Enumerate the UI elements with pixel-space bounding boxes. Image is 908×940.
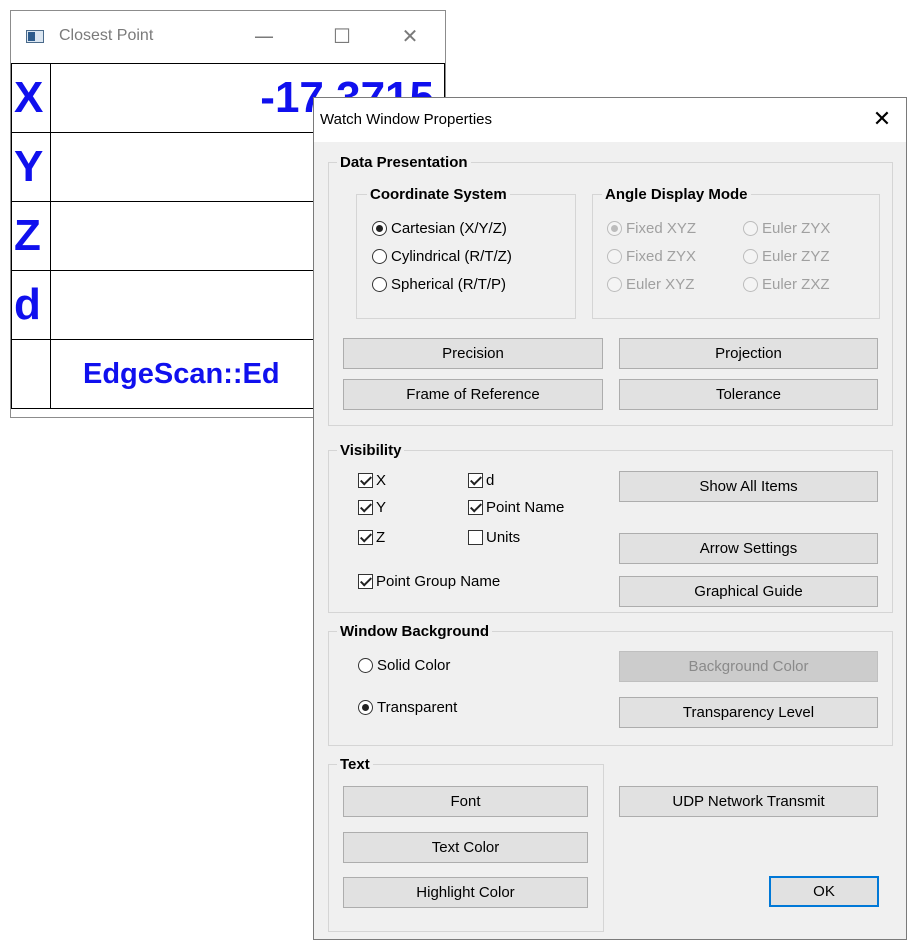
close-icon[interactable]: ✕ [395, 23, 425, 49]
text-label: Text [337, 756, 373, 773]
closest-point-titlebar[interactable]: Closest Point — ☐ ✕ [11, 11, 445, 63]
checkbox-x[interactable]: X [358, 472, 386, 489]
readout-label: Z [11, 201, 51, 271]
radio-fixed-xyz[interactable]: Fixed XYZ [607, 220, 696, 237]
watch-window-properties-dialog: Watch Window Properties ✕ Data Presentat… [313, 97, 907, 940]
radio-label: Spherical (R/T/P) [391, 276, 507, 293]
tolerance-button[interactable]: Tolerance [619, 379, 878, 410]
checkbox-point-name[interactable]: Point Name [468, 499, 564, 516]
checkbox-label: Units [486, 529, 521, 546]
show-all-items-button[interactable]: Show All Items [619, 471, 878, 502]
dialog-title: Watch Window Properties [320, 111, 493, 128]
coordinate-system-label: Coordinate System [367, 186, 510, 203]
maximize-icon[interactable]: ☐ [327, 23, 357, 49]
radio-cylindrical[interactable]: Cylindrical (R/T/Z) [372, 248, 512, 265]
readout-label: X [11, 63, 51, 133]
font-button[interactable]: Font [343, 786, 588, 817]
radio-indicator [743, 249, 758, 264]
radio-indicator [607, 249, 622, 264]
checkbox-indicator [468, 500, 483, 515]
text-color-button[interactable]: Text Color [343, 832, 588, 863]
checkbox-label: Point Name [486, 499, 565, 516]
radio-label: Transparent [377, 699, 458, 716]
radio-label: Cartesian (X/Y/Z) [391, 220, 507, 237]
checkbox-indicator [468, 473, 483, 488]
radio-indicator [607, 277, 622, 292]
radio-cartesian[interactable]: Cartesian (X/Y/Z) [372, 220, 507, 237]
radio-label: Euler ZYZ [762, 248, 830, 265]
graphical-guide-button[interactable]: Graphical Guide [619, 576, 878, 607]
checkbox-units[interactable]: Units [468, 529, 520, 546]
radio-euler-zyx[interactable]: Euler ZYX [743, 220, 830, 237]
transparency-level-button[interactable]: Transparency Level [619, 697, 878, 728]
visibility-label: Visibility [337, 442, 405, 459]
radio-label: Euler ZYX [762, 220, 831, 237]
radio-indicator [743, 221, 758, 236]
checkbox-indicator [468, 530, 483, 545]
readout-label: Y [11, 132, 51, 202]
checkbox-indicator [358, 473, 373, 488]
radio-label: Cylindrical (R/T/Z) [391, 248, 512, 265]
dialog-titlebar[interactable]: Watch Window Properties ✕ [314, 98, 906, 142]
readout-label-empty [11, 339, 51, 409]
radio-indicator [358, 700, 373, 715]
ok-button[interactable]: OK [769, 876, 879, 907]
checkbox-label: Point Group Name [376, 573, 501, 590]
radio-indicator [358, 658, 373, 673]
radio-fixed-zyx[interactable]: Fixed ZYX [607, 248, 696, 265]
checkbox-indicator [358, 500, 373, 515]
checkbox-indicator [358, 574, 373, 589]
radio-euler-zxz[interactable]: Euler ZXZ [743, 276, 830, 293]
window-background-label: Window Background [337, 623, 493, 640]
app-window-icon [26, 30, 44, 43]
checkbox-label: X [376, 472, 387, 489]
udp-network-transmit-button[interactable]: UDP Network Transmit [619, 786, 878, 817]
highlight-color-button[interactable]: Highlight Color [343, 877, 588, 908]
radio-indicator [372, 277, 387, 292]
radio-label: Euler XYZ [626, 276, 695, 293]
checkbox-d[interactable]: d [468, 472, 494, 489]
minimize-icon[interactable]: — [249, 23, 279, 49]
checkbox-y[interactable]: Y [358, 499, 386, 516]
radio-transparent[interactable]: Transparent [358, 699, 457, 716]
closest-point-title: Closest Point [59, 27, 154, 44]
angle-display-mode-label: Angle Display Mode [602, 186, 751, 203]
checkbox-point-group-name[interactable]: Point Group Name [358, 573, 500, 590]
radio-label: Euler ZXZ [762, 276, 830, 293]
background-color-button[interactable]: Background Color [619, 651, 878, 682]
radio-euler-zyz[interactable]: Euler ZYZ [743, 248, 830, 265]
radio-label: Fixed ZYX [626, 248, 697, 265]
frame-of-reference-button[interactable]: Frame of Reference [343, 379, 603, 410]
window-background-group [328, 631, 893, 746]
radio-label: Fixed XYZ [626, 220, 697, 237]
projection-button[interactable]: Projection [619, 338, 878, 369]
radio-indicator [607, 221, 622, 236]
radio-indicator [372, 249, 387, 264]
checkbox-label: Z [376, 529, 386, 546]
arrow-settings-button[interactable]: Arrow Settings [619, 533, 878, 564]
close-icon[interactable]: ✕ [867, 105, 897, 135]
data-presentation-label: Data Presentation [337, 154, 471, 171]
radio-label: Solid Color [377, 657, 451, 674]
radio-euler-xyz[interactable]: Euler XYZ [607, 276, 694, 293]
radio-indicator [372, 221, 387, 236]
readout-label: d [11, 270, 51, 340]
checkbox-z[interactable]: Z [358, 529, 385, 546]
radio-indicator [743, 277, 758, 292]
checkbox-label: Y [376, 499, 387, 516]
precision-button[interactable]: Precision [343, 338, 603, 369]
checkbox-label: d [486, 472, 495, 489]
radio-spherical[interactable]: Spherical (R/T/P) [372, 276, 506, 293]
checkbox-indicator [358, 530, 373, 545]
radio-solid-color[interactable]: Solid Color [358, 657, 450, 674]
